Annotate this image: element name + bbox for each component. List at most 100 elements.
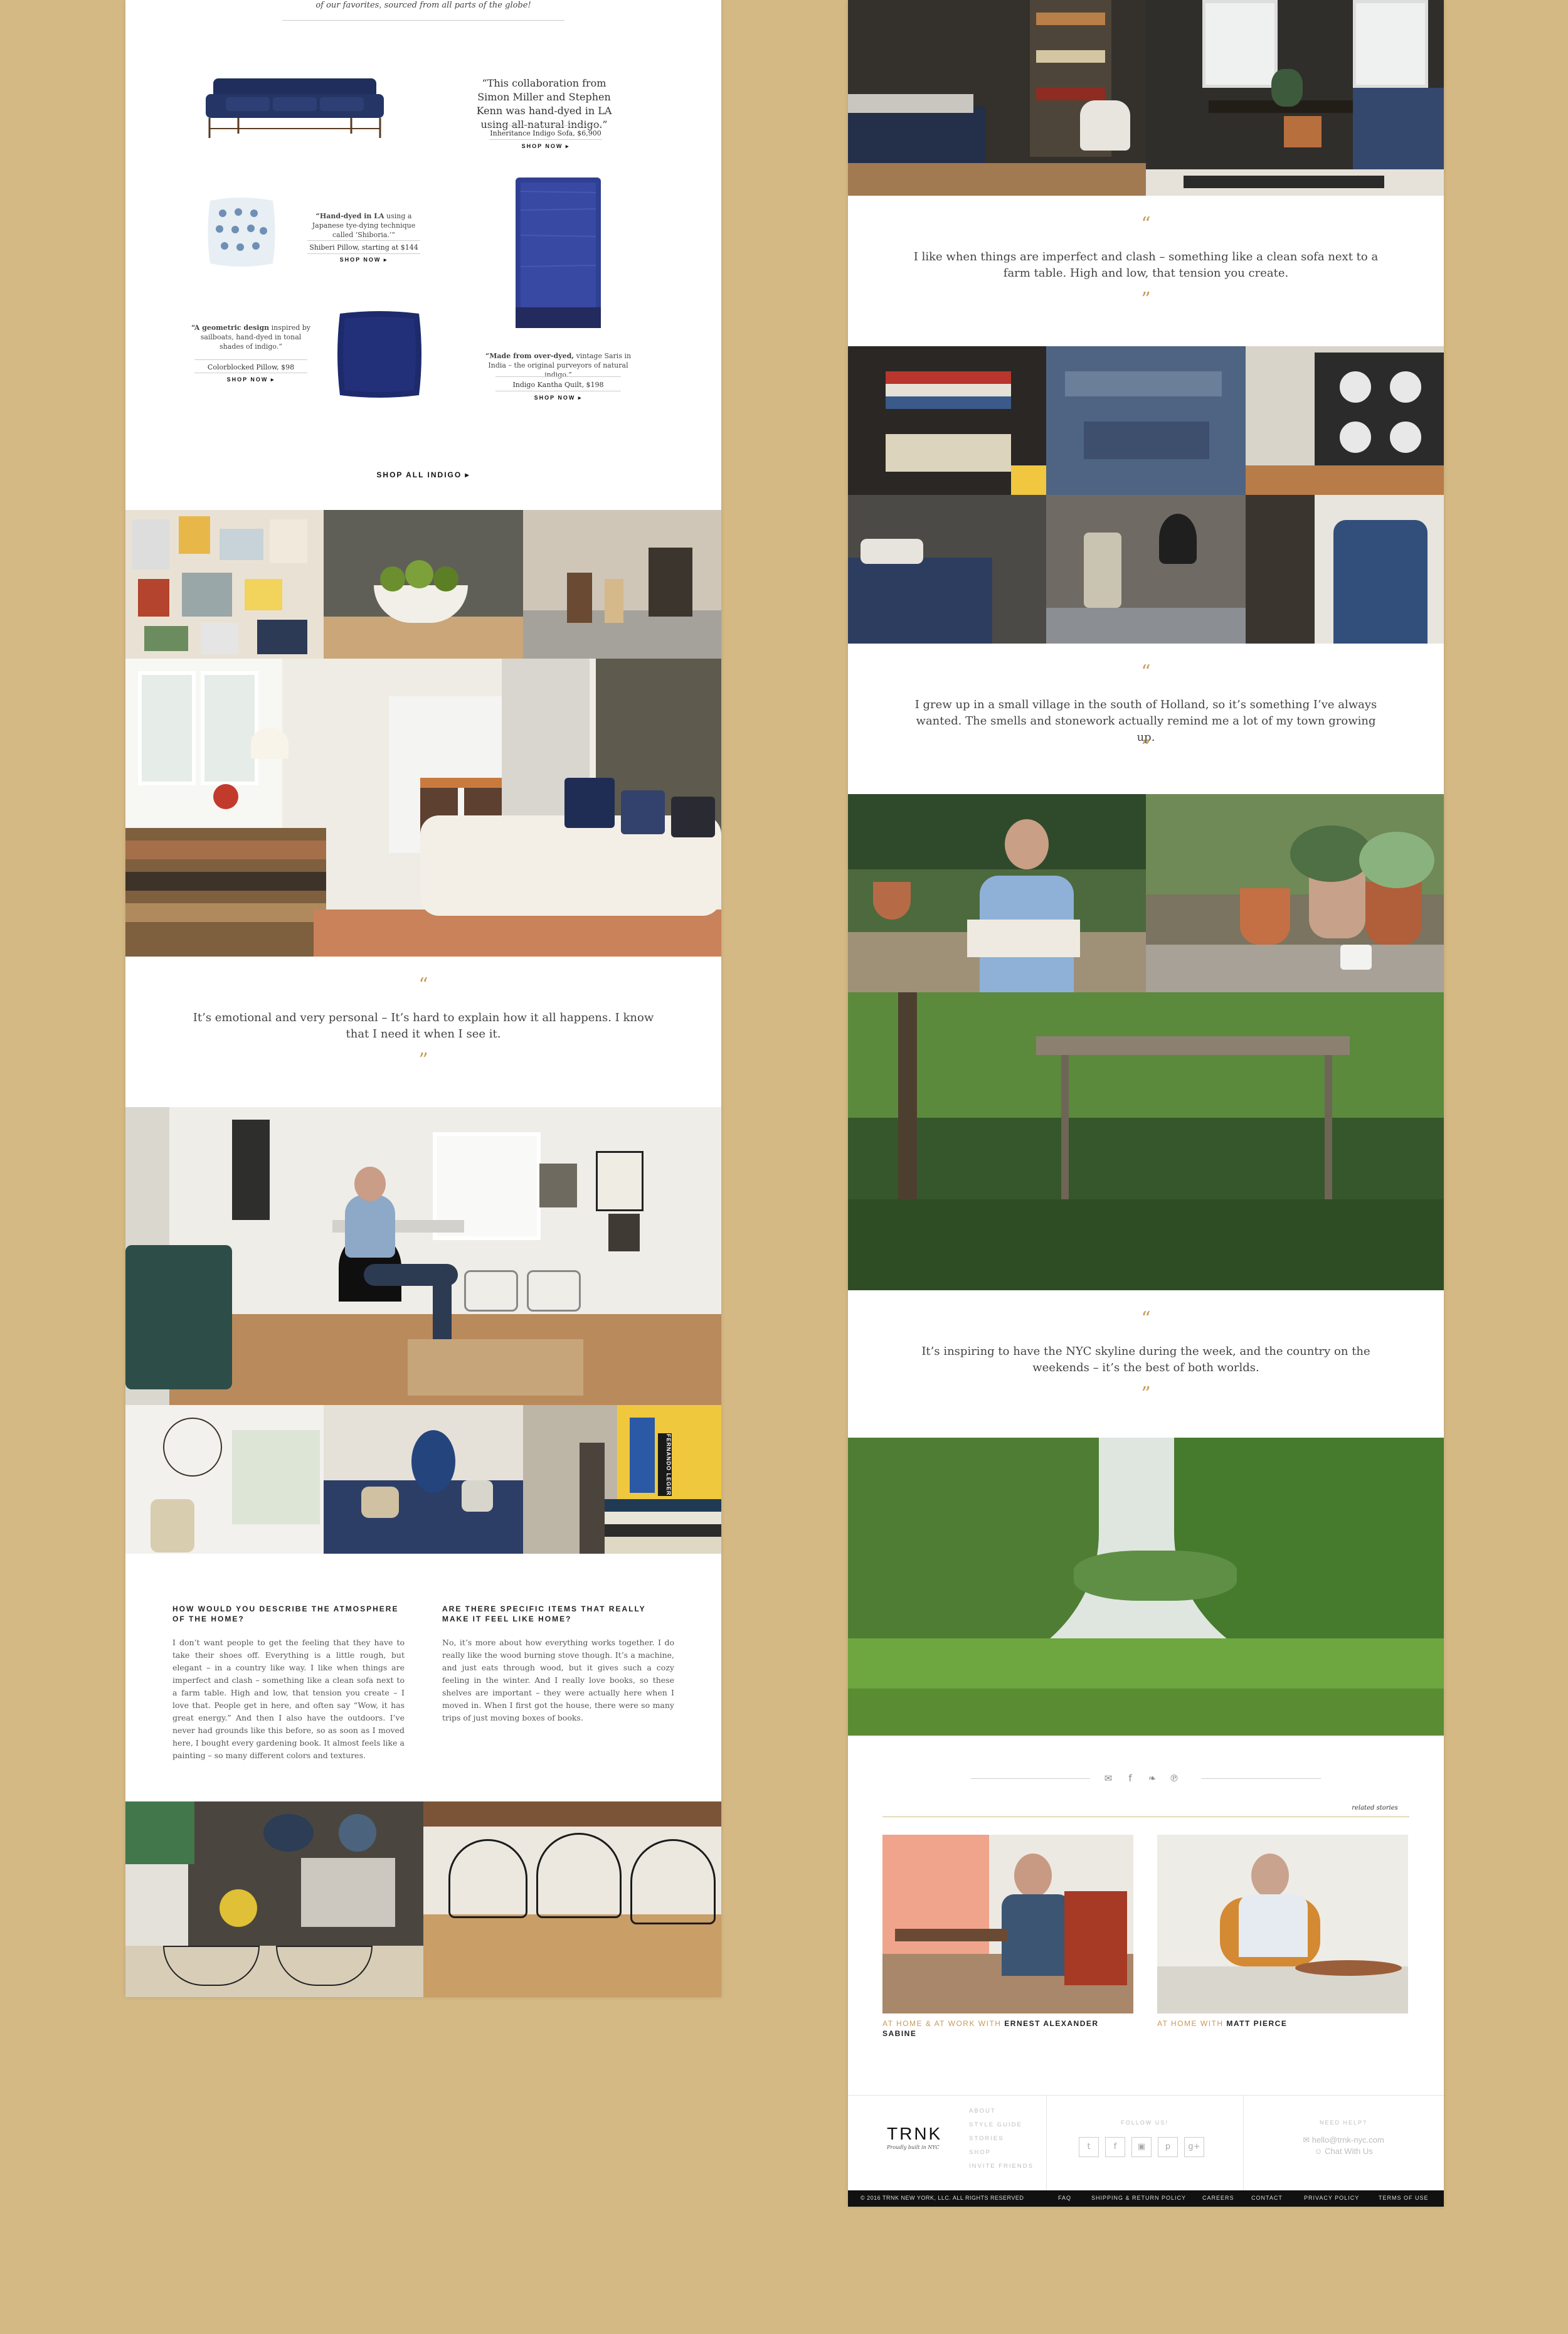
living-room-photo	[125, 659, 721, 957]
fruit-bowl-photo	[324, 510, 523, 659]
right-page: “ I like when things are imperfect and c…	[848, 0, 1444, 2207]
colorblocked-name: Colorblocked Pillow, $98	[207, 363, 295, 371]
lawn-landscape-photo	[848, 1438, 1444, 1736]
colorblocked-pillow-image[interactable]	[332, 307, 426, 401]
footer-link-careers[interactable]: CAREERS	[1202, 2195, 1234, 2201]
shibori-pillow-image[interactable]	[201, 188, 282, 276]
close-quote-icon: ”	[1141, 289, 1151, 310]
divider	[307, 253, 420, 254]
close-quote-icon: ”	[1141, 1383, 1151, 1405]
divider	[307, 240, 420, 241]
footer-nav-about[interactable]: ABOUT	[969, 2104, 1044, 2118]
open-quote-icon: “	[418, 974, 428, 996]
side-table-vessels-photo	[1046, 495, 1246, 644]
close-quote-icon: ”	[1141, 736, 1151, 758]
sofa-image[interactable]	[201, 60, 389, 147]
footer-tagline: Proudly built in NYC	[887, 2145, 940, 2150]
divider	[194, 359, 307, 360]
footer-nav-shop[interactable]: SHOP	[969, 2146, 1044, 2160]
kantha-shop-now-link[interactable]: SHOP NOW ▸	[489, 395, 627, 401]
mail-icon[interactable]: ✉	[1103, 1773, 1114, 1784]
art-books-photo: FERNANDO LEGER	[523, 1405, 721, 1554]
shibori-caption: “Hand-dyed in LA using a Japanese tye-dy…	[301, 211, 426, 240]
pull-quote: “ I like when things are imperfect and c…	[848, 196, 1444, 346]
twitter-icon[interactable]: t	[1079, 2137, 1099, 2157]
interview-question-2: ARE THERE SPECIFIC ITEMS THAT REALLY MAK…	[442, 1605, 646, 1623]
pull-quote-text: It’s inspiring to have the NYC skyline d…	[921, 1345, 1370, 1374]
footer-link-privacy[interactable]: PRIVACY POLICY	[1304, 2195, 1359, 2201]
denim-jacket-photo	[1246, 495, 1444, 644]
divider	[495, 376, 621, 377]
twitter-icon[interactable]: ❧	[1147, 1773, 1158, 1784]
book-spine-title: FERNANDO LEGER	[658, 1433, 672, 1496]
footer-link-faq[interactable]: FAQ	[1058, 2195, 1071, 2201]
yarn-table-photo	[324, 1405, 523, 1554]
footer-link-shipping[interactable]: SHIPPING & RETURN POLICY	[1091, 2195, 1186, 2201]
related-stories-label: related stories	[1352, 1805, 1398, 1812]
colorblocked-caption-bold: “A geometric design	[191, 324, 270, 332]
footer-nav-style-guide[interactable]: STYLE GUIDE	[969, 2118, 1044, 2132]
footer-nav-invite-friends[interactable]: INVITE FRIENDS	[969, 2160, 1044, 2173]
footer-chat-link[interactable]: ☺ Chat With Us	[1243, 2146, 1444, 2157]
pull-quote: “ It’s inspiring to have the NYC skyline…	[848, 1290, 1444, 1438]
pergola-garden-photo	[848, 992, 1444, 1290]
footer-link-terms[interactable]: TERMS OF USE	[1379, 2195, 1429, 2201]
divider	[489, 139, 602, 140]
site-footer: TRNK Proudly built in NYC ABOUT STYLE GU…	[848, 2095, 1444, 2191]
moodboard-wall-photo	[125, 510, 324, 659]
kantha-caption-bold: “Made from over-dyed,	[485, 352, 575, 360]
shibori-shop-now-link[interactable]: SHOP NOW ▸	[295, 257, 433, 263]
footer-nav-stories[interactable]: STORIES	[969, 2132, 1044, 2146]
footer-bottom-bar: © 2016 TRNK New York, LLC. All Rights Re…	[848, 2190, 1444, 2207]
kantha-name: Indigo Kantha Quilt, $198	[512, 381, 604, 389]
portrait-dining-room-photo	[125, 1107, 721, 1405]
related-story-1-prefix: AT HOME & AT WORK WITH	[882, 2019, 1005, 2028]
pull-quote-text: I like when things are imperfect and cla…	[913, 250, 1379, 280]
open-quote-icon: “	[1141, 1308, 1151, 1330]
divider	[282, 20, 564, 21]
instagram-icon[interactable]: ▣	[1131, 2137, 1152, 2157]
pinterest-icon[interactable]: p	[1158, 2137, 1178, 2157]
colorblocked-shop-now-link[interactable]: SHOP NOW ▸	[182, 376, 320, 383]
bed-corner-photo	[848, 495, 1046, 644]
dried-flower-photo	[125, 1405, 324, 1554]
kantha-quilt-image[interactable]	[502, 172, 615, 332]
facebook-icon[interactable]: f	[1125, 1773, 1136, 1784]
related-story-1-image[interactable]	[882, 1835, 1133, 2013]
pull-quote: “ I grew up in a small village in the so…	[848, 644, 1444, 794]
geometric-rug-photo	[1246, 346, 1444, 495]
interview-question-1: HOW WOULD YOU DESCRIBE THE ATMOSPHERE OF…	[172, 1605, 399, 1623]
divider	[971, 1778, 1090, 1779]
interview-answer-2: No, it’s more about how everything works…	[442, 1638, 674, 1722]
copyright-text: © 2016 TRNK New York, LLC. All Rights Re…	[861, 2195, 1024, 2201]
footer-email-link[interactable]: ✉ hello@trnk-nyc.com	[1243, 2135, 1444, 2146]
googleplus-icon[interactable]: g+	[1184, 2137, 1204, 2157]
shop-intro-line-2: of our favorites, sourced from all parts…	[315, 1, 531, 10]
related-story-2-name: MATT PIERCE	[1226, 2019, 1288, 2028]
potted-plants-photo	[1146, 794, 1444, 992]
shibori-caption-bold: “Hand-dyed in LA	[315, 212, 384, 220]
related-story-1-caption[interactable]: AT HOME & AT WORK WITH ERNEST ALEXANDER …	[882, 2018, 1133, 2039]
coffee-table-books-photo	[125, 1801, 423, 1997]
footer-link-contact[interactable]: CONTACT	[1251, 2195, 1283, 2201]
colorblocked-caption: “A geometric design inspired by sailboat…	[188, 323, 314, 351]
open-quote-icon: “	[1141, 661, 1151, 683]
follow-us-title: FOLLOW US!	[1121, 2119, 1168, 2126]
facebook-icon[interactable]: f	[1105, 2137, 1125, 2157]
left-page: of our favorites, sourced from all parts…	[125, 0, 721, 1997]
divider	[1046, 2096, 1047, 2191]
kantha-caption: “Made from over-dyed, vintage Saris in I…	[480, 351, 637, 379]
pinterest-icon[interactable]: ℗	[1168, 1773, 1180, 1784]
shibori-name: Shiberi Pillow, starting at $144	[309, 243, 418, 252]
bookshelf-photo	[848, 346, 1046, 495]
desk-window-photo	[1146, 0, 1444, 196]
sofa-quote: “This collaboration from Simon Miller an…	[476, 77, 612, 130]
trnk-logo[interactable]: TRNK	[887, 2124, 942, 2144]
shop-all-indigo-link[interactable]: SHOP ALL INDIGO ▸	[298, 470, 549, 479]
sofa-shop-now-link[interactable]: SHOP NOW ▸	[477, 143, 615, 150]
related-story-2-image[interactable]	[1157, 1835, 1408, 2013]
pull-quote-text: It’s emotional and very personal – It’s …	[193, 1011, 654, 1041]
interview-answer-1: I don’t want people to get the feeling t…	[172, 1638, 405, 1760]
related-story-2-caption[interactable]: AT HOME WITH MATT PIERCE	[1157, 2018, 1408, 2029]
reading-newspaper-photo	[848, 794, 1146, 992]
